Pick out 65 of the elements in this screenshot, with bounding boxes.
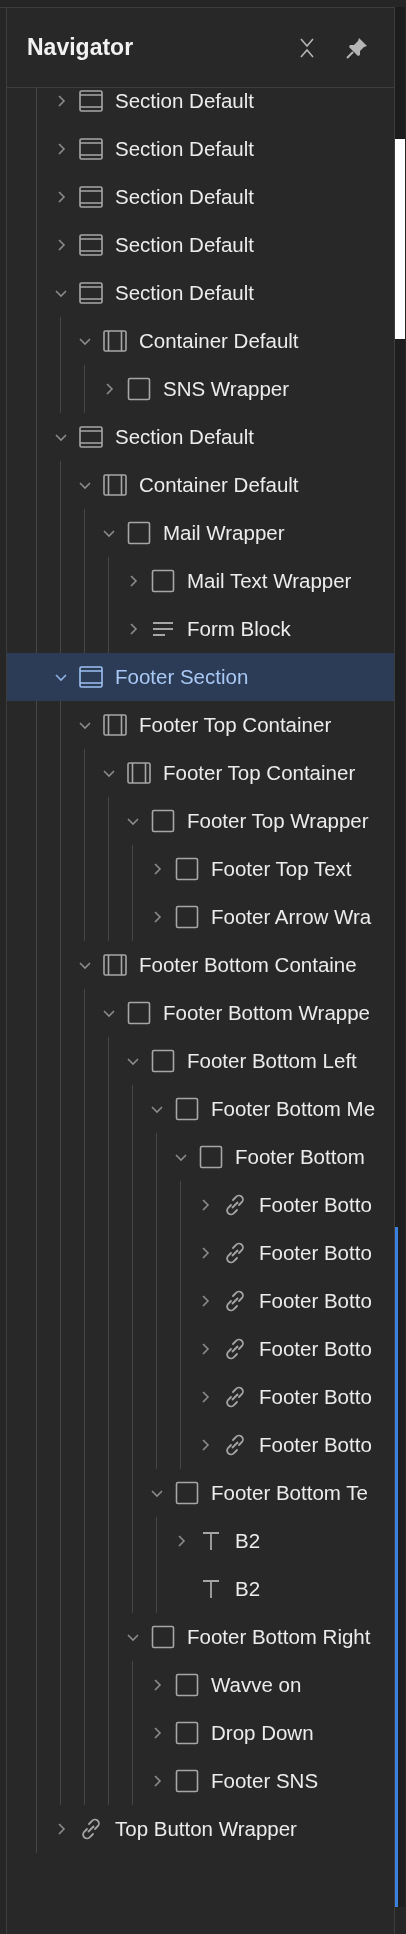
- tree-item[interactable]: Wavve on: [7, 1661, 394, 1709]
- square-icon: [174, 1480, 200, 1506]
- tree-item[interactable]: Footer Botto: [7, 1277, 394, 1325]
- tree-item[interactable]: Footer Top Container: [7, 749, 394, 797]
- tree-item[interactable]: B2: [7, 1517, 394, 1565]
- tree-item[interactable]: Footer Botto: [7, 1373, 394, 1421]
- tree-item[interactable]: Footer Arrow Wra: [7, 893, 394, 941]
- square-icon: [174, 904, 200, 930]
- tree-item[interactable]: Footer Bottom Left: [7, 1037, 394, 1085]
- tree-item[interactable]: Container Default: [7, 461, 394, 509]
- tree-item[interactable]: Form Block: [7, 605, 394, 653]
- square-icon: [150, 1624, 176, 1650]
- tree-item[interactable]: Top Button Wrapper: [7, 1805, 394, 1853]
- square-icon: [150, 1048, 176, 1074]
- square-icon: [174, 1096, 200, 1122]
- square-icon: [174, 1720, 200, 1746]
- tree-item[interactable]: Footer Top Container: [7, 701, 394, 749]
- tree-item[interactable]: B2: [7, 1565, 394, 1613]
- container-icon: [102, 952, 128, 978]
- panel-title: Navigator: [27, 33, 134, 63]
- tree-item[interactable]: Section Default: [7, 269, 394, 317]
- tree-item[interactable]: SNS Wrapper: [7, 365, 394, 413]
- tree-item[interactable]: Container Default: [7, 317, 394, 365]
- section-icon: [78, 88, 104, 114]
- tree-item[interactable]: Mail Wrapper: [7, 509, 394, 557]
- tree-item[interactable]: Footer Bottom Right: [7, 1613, 394, 1661]
- container-icon: [102, 328, 128, 354]
- tree-item[interactable]: Footer Bottom Containe: [7, 941, 394, 989]
- square-icon: [126, 520, 152, 546]
- square-icon: [198, 1144, 224, 1170]
- container-icon: [102, 712, 128, 738]
- tree-item[interactable]: Footer Bottom Wrappe: [7, 989, 394, 1037]
- square-icon: [126, 1000, 152, 1026]
- tree-item[interactable]: Footer Bottom Te: [7, 1469, 394, 1517]
- tree-item[interactable]: Footer Botto: [7, 1229, 394, 1277]
- section-icon: [78, 664, 104, 690]
- container-icon: [126, 760, 152, 786]
- tree-item[interactable]: Footer Bottom: [7, 1133, 394, 1181]
- tree-item[interactable]: Section Default: [7, 221, 394, 269]
- tree-item[interactable]: Section Default: [7, 88, 394, 125]
- square-icon: [174, 1768, 200, 1794]
- tree-item[interactable]: Mail Text Wrapper: [7, 557, 394, 605]
- square-icon: [174, 856, 200, 882]
- tree-item[interactable]: Footer Bottom Me: [7, 1085, 394, 1133]
- section-icon: [78, 424, 104, 450]
- tree-item[interactable]: Footer Section: [7, 653, 394, 701]
- section-icon: [78, 280, 104, 306]
- square-icon: [126, 376, 152, 402]
- tree-item[interactable]: Footer SNS: [7, 1757, 394, 1805]
- tree-item[interactable]: Footer Top Text: [7, 845, 394, 893]
- square-icon: [150, 808, 176, 834]
- section-icon: [78, 184, 104, 210]
- tree-item[interactable]: Footer Botto: [7, 1181, 394, 1229]
- tree-item[interactable]: Drop Down: [7, 1709, 394, 1757]
- section-icon: [78, 136, 104, 162]
- container-icon: [102, 472, 128, 498]
- tree-item[interactable]: Footer Botto: [7, 1325, 394, 1373]
- tree-item[interactable]: Footer Botto: [7, 1421, 394, 1469]
- tree-item[interactable]: Footer Top Wrapper: [7, 797, 394, 845]
- square-icon: [174, 1672, 200, 1698]
- section-icon: [78, 232, 104, 258]
- tree-item[interactable]: Section Default: [7, 173, 394, 221]
- square-icon: [150, 568, 176, 594]
- tree-item[interactable]: Section Default: [7, 413, 394, 461]
- tree-item[interactable]: Section Default: [7, 125, 394, 173]
